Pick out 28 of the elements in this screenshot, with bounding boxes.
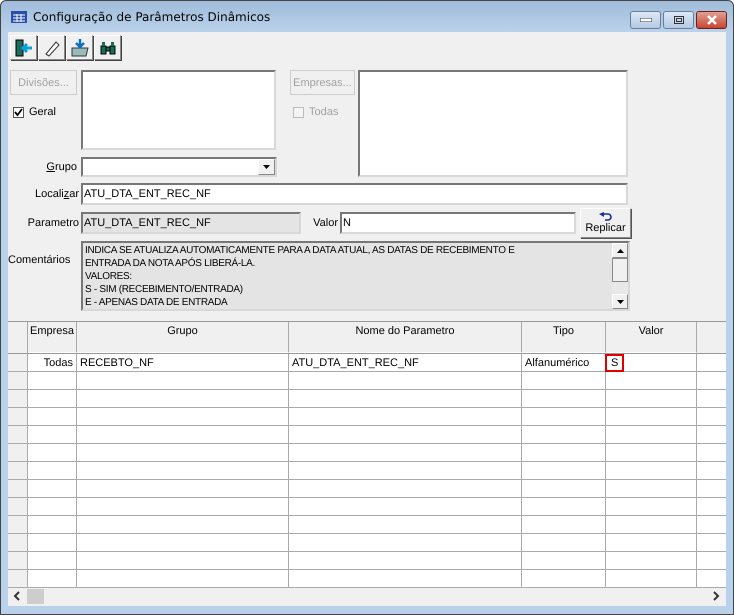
table-cell[interactable]: Todas (44, 356, 73, 370)
comment-line: S - SIM (RECEBIMENTO/ENTRADA) (85, 283, 244, 296)
search-label: Localizar (34, 188, 79, 200)
comment-line: INDICA SE ATUALIZA AUTOMATICAMENTE PARA A DATA ATUAL, AS DATAS DE RECEBIMENTO E (85, 244, 516, 257)
comment-line: ENTRADA DA NOTA APÓS LIBERÁ-LA. (85, 257, 256, 270)
parameter-field[interactable]: ATU_DTA_ENT_REC_NF (81, 212, 301, 234)
table-cell[interactable]: ATU_DTA_ENT_REC_NF (292, 356, 419, 370)
checkbox-label: Todas (309, 106, 338, 118)
parameter-label: Parametro (26, 217, 79, 229)
group-label: Grupo (45, 161, 77, 173)
replicate-button[interactable]: Replicar (580, 208, 631, 238)
column-header[interactable]: Empresa (28, 322, 77, 353)
table-cell[interactable]: S (607, 356, 622, 370)
comment-line: E - APENAS DATA DE ENTRADA (85, 296, 228, 309)
window-title: Configuração de Parâmetros Dinâmicos (33, 10, 272, 24)
column-header[interactable]: Tipo (522, 322, 606, 353)
comment-line: VALORES: (85, 270, 133, 283)
table-cell[interactable]: Alfanumérico (525, 356, 590, 370)
search-field[interactable]: ATU_DTA_ENT_REC_NF (81, 183, 628, 205)
value-label: Valor (312, 217, 338, 229)
column-header[interactable]: Nome do Parametro (289, 322, 522, 353)
comments-field[interactable]: INDICA SE ATUALIZA AUTOMATICAMENTE PARA A DATA ATUAL, AS DATAS DE RECEBIMENTO E ENTRADA DA NOTA APÓS LIBERÁ-LA. VALORES: S - SIM (RECEBIMENTO/ENTRADA) E - APENAS DATA DE ENTRADA (81, 241, 630, 311)
comments-label: Comentários (8, 253, 72, 268)
column-header[interactable]: Grupo (77, 322, 289, 353)
checkbox-label: Geral (29, 106, 56, 118)
value-field[interactable]: N (340, 212, 576, 234)
column-header[interactable]: Valor (606, 322, 697, 353)
table-cell[interactable]: RECEBTO_NF (80, 356, 154, 370)
